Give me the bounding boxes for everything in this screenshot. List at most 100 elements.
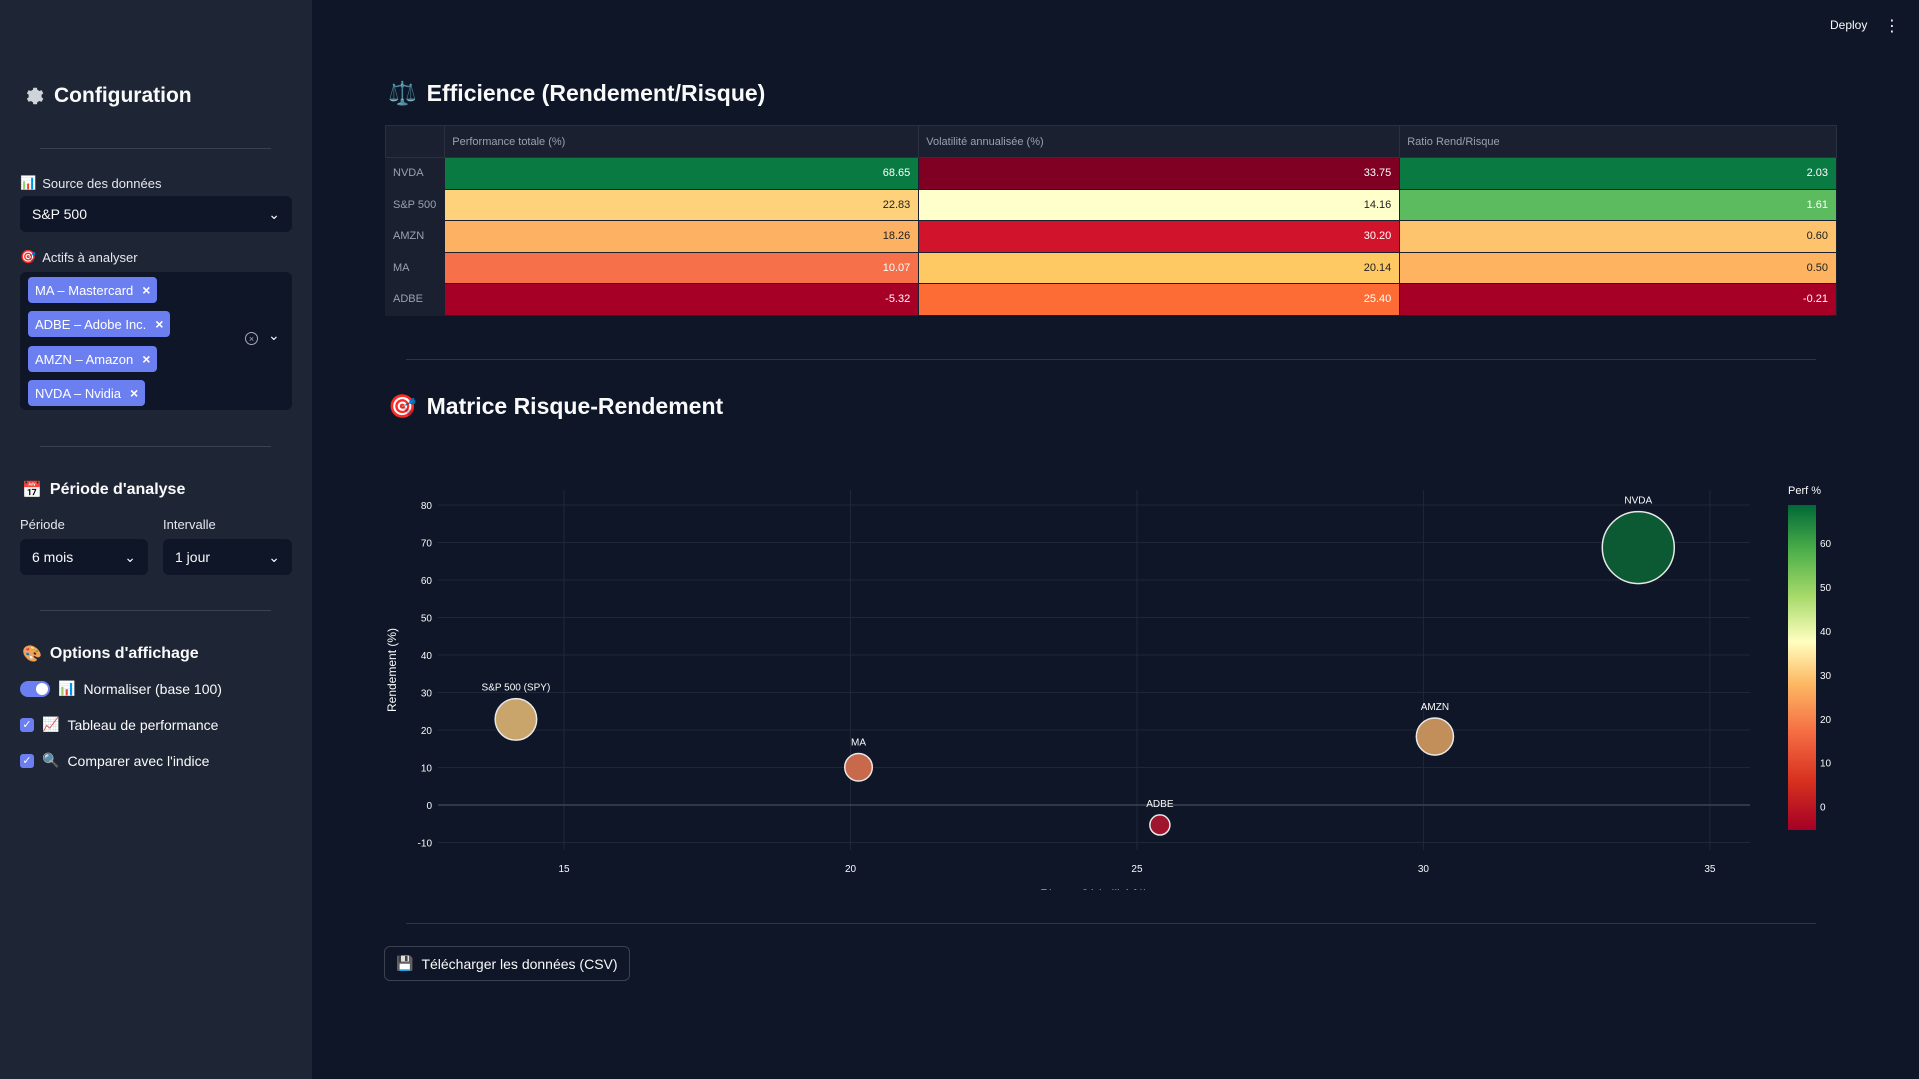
source-select[interactable]: S&P 500 ⌄ <box>20 196 292 232</box>
efficience-title-text: Efficience (Rendement/Risque) <box>426 80 766 106</box>
efficience-title: ⚖️ Efficience (Rendement/Risque) <box>388 80 765 107</box>
chart-icon: 📊 <box>20 175 37 190</box>
row-label: ADBE <box>384 283 446 316</box>
x-tick-label: 20 <box>845 864 857 875</box>
table-cell: 68.65 <box>444 157 920 190</box>
remove-tag-icon[interactable]: × <box>142 351 150 367</box>
colorbar <box>1788 505 1816 830</box>
period-label: Période <box>20 517 65 532</box>
asset-tag-label: NVDA – Nvidia <box>35 385 121 401</box>
y-tick-label: 50 <box>421 614 433 625</box>
colorbar-tick-label: 50 <box>1820 583 1832 594</box>
compare-index-checkbox[interactable]: ✓ 🔍 Comparer avec l'indice <box>20 752 209 769</box>
x-tick-label: 35 <box>1704 864 1716 875</box>
column-header[interactable]: Volatilité annualisée (%) <box>918 125 1401 158</box>
colorbar-tick-label: 20 <box>1820 715 1832 726</box>
y-tick-label: 80 <box>421 501 433 512</box>
deploy-button[interactable]: Deploy <box>1830 18 1867 32</box>
assets-multiselect[interactable]: MA – Mastercard × ADBE – Adobe Inc. × AMZN… <box>20 272 292 410</box>
colorbar-tick-label: 10 <box>1820 759 1832 770</box>
display-title-text: Options d'affichage <box>49 645 199 662</box>
asset-tag-label: ADBE – Adobe Inc. <box>35 316 147 332</box>
gear-icon <box>26 87 44 105</box>
source-select-value: S&P 500 <box>32 206 88 222</box>
colorbar-tick-label: 40 <box>1820 627 1832 638</box>
data-point-label: S&P 500 (SPY) <box>482 683 551 694</box>
efficience-table: Performance totale (%) Volatilité annual… <box>384 125 1837 316</box>
table-cell: -5.32 <box>444 283 920 316</box>
divider <box>406 923 1816 924</box>
display-section-title: 🎨 Options d'affichage <box>22 644 199 664</box>
table-cell: 18.26 <box>444 220 920 253</box>
data-point-label: AMZN <box>1421 702 1449 713</box>
calendar-icon: 📅 <box>22 482 42 499</box>
table-row: ADBE -5.32 25.40 -0.21 <box>384 283 1837 316</box>
remove-tag-icon[interactable]: × <box>142 282 150 298</box>
data-point-label: MA <box>851 737 866 748</box>
interval-label: Intervalle <box>163 517 216 532</box>
x-tick-label: 30 <box>1418 864 1430 875</box>
interval-select[interactable]: 1 jour ⌄ <box>163 539 292 575</box>
divider <box>40 148 271 149</box>
checkbox-checked-icon[interactable]: ✓ <box>20 753 34 768</box>
table-cell: 10.07 <box>444 251 920 284</box>
y-tick-label: -10 <box>418 839 433 850</box>
interval-select-value: 1 jour <box>175 549 211 565</box>
colorbar-tick-label: 0 <box>1820 803 1826 814</box>
target-icon: 🎯 <box>20 249 37 264</box>
y-tick-label: 0 <box>426 801 432 812</box>
column-header[interactable]: Ratio Rend/Risque <box>1399 125 1837 158</box>
asset-tag-adbe[interactable]: ADBE – Adobe Inc. × <box>28 311 171 337</box>
asset-tag-ma[interactable]: MA – Mastercard × <box>28 277 158 303</box>
x-axis-label: Risque (Volatilité %) <box>1040 887 1147 890</box>
row-label: AMZN <box>384 220 446 253</box>
assets-label-text: Actifs à analyser <box>42 249 138 265</box>
colorbar-tick-label: 30 <box>1820 671 1832 682</box>
data-point-bubble <box>1149 814 1171 836</box>
clear-all-icon[interactable]: × <box>245 332 258 345</box>
data-point-bubble <box>1415 717 1455 756</box>
palette-icon: 🎨 <box>22 646 42 663</box>
checkbox-checked-icon[interactable]: ✓ <box>20 717 34 732</box>
source-label: 📊 Source des données <box>20 175 161 191</box>
assets-label: 🎯 Actifs à analyser <box>20 249 138 265</box>
remove-tag-icon[interactable]: × <box>130 385 138 401</box>
sidebar-title: Configuration <box>22 84 192 108</box>
colorbar-title: Perf % <box>1788 485 1821 497</box>
chevron-down-icon: ⌄ <box>124 548 136 565</box>
chevron-down-icon[interactable]: ⌄ <box>268 327 280 344</box>
performance-table-checkbox[interactable]: ✓ 📈 Tableau de performance <box>20 716 218 733</box>
row-label: NVDA <box>384 157 446 190</box>
divider <box>406 359 1816 360</box>
scales-icon: ⚖️ <box>388 80 417 106</box>
divider <box>40 610 271 611</box>
data-point-bubble <box>843 752 874 782</box>
chart-icon: 📊 <box>58 680 76 696</box>
asset-tag-nvda[interactable]: NVDA – Nvidia × <box>28 380 146 406</box>
period-select[interactable]: 6 mois ⌄ <box>20 539 148 575</box>
column-header[interactable]: Performance totale (%) <box>444 125 920 158</box>
chevron-down-icon: ⌄ <box>268 548 280 565</box>
data-point-label: ADBE <box>1146 799 1174 810</box>
table-row: MA 10.07 20.14 0.50 <box>384 251 1837 284</box>
period-section-title: 📅 Période d'analyse <box>22 480 185 500</box>
y-tick-label: 10 <box>421 764 433 775</box>
asset-tag-label: AMZN – Amazon <box>35 351 134 367</box>
toggle-switch[interactable] <box>20 680 50 697</box>
row-label: S&P 500 <box>384 188 446 221</box>
row-label: MA <box>384 251 446 284</box>
performance-table-label: Tableau de performance <box>67 716 219 733</box>
risk-return-chart[interactable]: 15 20 25 30 35 -10 0 10 20 30 40 50 60 70 80 Risque (Vo… <box>380 460 1840 890</box>
normalize-toggle[interactable]: 📊 Normaliser (base 100) <box>20 680 222 697</box>
asset-tag-amzn[interactable]: AMZN – Amazon × <box>28 346 158 372</box>
matrix-title-text: Matrice Risque-Rendement <box>426 393 724 419</box>
data-point-label: NVDA <box>1624 496 1652 507</box>
remove-tag-icon[interactable]: × <box>155 316 163 332</box>
data-point-bubble <box>494 697 538 741</box>
normalize-label: Normaliser (base 100) <box>83 680 222 697</box>
colorbar-tick-label: 60 <box>1820 539 1832 550</box>
kebab-menu-icon[interactable]: ⋮ <box>1884 16 1900 36</box>
sidebar-title-text: Configuration <box>54 84 192 107</box>
source-label-text: Source des données <box>42 175 162 191</box>
download-csv-button[interactable]: 💾 Télécharger les données (CSV) <box>384 946 630 981</box>
